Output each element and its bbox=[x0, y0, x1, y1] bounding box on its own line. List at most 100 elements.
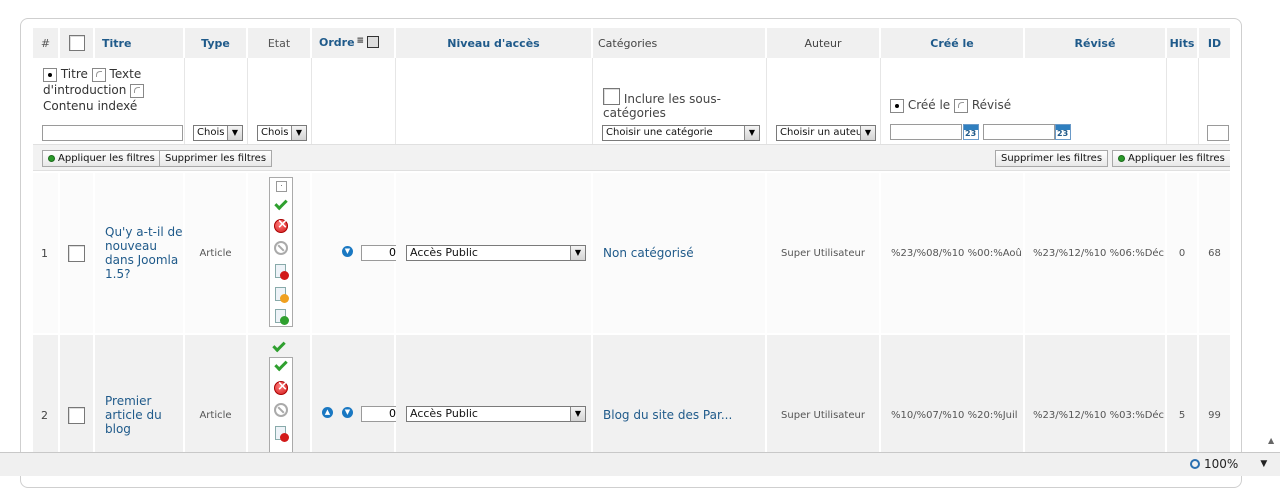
unpublished-icon[interactable] bbox=[274, 217, 288, 233]
id-filter-input[interactable] bbox=[1207, 125, 1229, 141]
pending-doc-icon[interactable] bbox=[275, 287, 289, 303]
col-header-hits-label[interactable]: Hits bbox=[1170, 37, 1195, 50]
apply-filters-label-right: Appliquer les filtres bbox=[1128, 153, 1225, 164]
blocked-icon[interactable] bbox=[274, 403, 288, 417]
radio-titre[interactable] bbox=[43, 67, 57, 82]
col-header-type[interactable]: Type bbox=[185, 28, 248, 58]
title-line[interactable]: Qu'y a-t-il de bbox=[105, 225, 182, 239]
radio-cree-label: Créé le bbox=[907, 98, 951, 112]
title-line[interactable]: nouveau bbox=[105, 239, 157, 253]
apply-filters-button-right[interactable]: Appliquer les filtres bbox=[1112, 150, 1230, 167]
col-header-titre-label[interactable]: Titre bbox=[102, 37, 131, 50]
chevron-down-icon[interactable]: ▼ bbox=[1260, 459, 1267, 469]
access-select-value: Accès Public bbox=[410, 246, 478, 259]
row-etat-cell: · bbox=[248, 173, 312, 333]
type-select[interactable]: Chois ▼ bbox=[193, 125, 243, 141]
hits-count: 5 bbox=[1178, 409, 1186, 421]
col-header-ordre-label[interactable]: Ordre bbox=[319, 36, 355, 49]
col-header-revise[interactable]: Révisé bbox=[1025, 28, 1167, 58]
row-title-cell: Premier article du blog bbox=[95, 335, 185, 452]
row-number-value: 2 bbox=[41, 408, 48, 422]
zoom-control[interactable]: 100% ▼ bbox=[1190, 457, 1267, 471]
unpublished-icon[interactable] bbox=[274, 379, 288, 395]
published-icon[interactable] bbox=[272, 338, 286, 353]
col-header-cree-label[interactable]: Créé le bbox=[930, 37, 973, 50]
published-icon[interactable] bbox=[274, 357, 288, 372]
revised-date: %23/%12/%10 %06:%Déc bbox=[1033, 247, 1165, 259]
category-link[interactable]: Non catégorisé bbox=[603, 246, 694, 260]
radio-texte[interactable] bbox=[91, 67, 106, 82]
calendar-day-label: 23 bbox=[965, 129, 977, 138]
row-number-value: 1 bbox=[41, 246, 48, 260]
articles-table: # Titre Type Etat Ordre ≡ Niveau d'accès… bbox=[33, 28, 1230, 452]
clear-filters-button-right[interactable]: Supprimer les filtres bbox=[995, 150, 1109, 167]
chevron-down-icon: ▼ bbox=[227, 126, 242, 140]
filter-button-bar: Appliquer les filtres Supprimer les filt… bbox=[33, 144, 1230, 171]
row-checkbox[interactable] bbox=[68, 406, 85, 424]
calendar-icon[interactable]: 23 bbox=[1055, 124, 1071, 140]
col-header-hits[interactable]: Hits bbox=[1167, 28, 1199, 58]
col-header-cree[interactable]: Créé le bbox=[881, 28, 1025, 58]
apply-filters-button[interactable]: Appliquer les filtres bbox=[42, 150, 161, 167]
col-header-revise-label[interactable]: Révisé bbox=[1075, 37, 1116, 50]
scroll-down-icon[interactable]: ▲ bbox=[1268, 436, 1276, 445]
article-title-link[interactable]: Premier article du blog bbox=[105, 394, 162, 436]
row-category-cell: Non catégorisé bbox=[593, 173, 767, 333]
col-header-num-label: # bbox=[40, 36, 51, 50]
radio-cree[interactable] bbox=[890, 98, 904, 113]
title-line[interactable]: blog bbox=[105, 422, 131, 436]
sort-order-icon[interactable]: ≡ bbox=[357, 36, 365, 46]
col-header-type-label[interactable]: Type bbox=[201, 37, 230, 50]
access-select[interactable]: Accès Public ▼ bbox=[406, 245, 586, 261]
title-line[interactable]: 1.5? bbox=[105, 267, 130, 281]
col-header-categories-label: Catégories bbox=[598, 36, 658, 50]
square-icon[interactable]: · bbox=[276, 181, 287, 192]
col-header-id-label[interactable]: ID bbox=[1208, 37, 1221, 50]
calendar-icon[interactable]: 23 bbox=[963, 124, 979, 140]
include-subcategories-label-2: catégories bbox=[603, 106, 666, 120]
expired-doc-icon[interactable] bbox=[275, 426, 289, 442]
row-checkbox[interactable] bbox=[68, 244, 85, 262]
clear-filters-button[interactable]: Supprimer les filtres bbox=[159, 150, 273, 167]
col-header-niveau-label[interactable]: Niveau d'accès bbox=[447, 37, 539, 50]
table-row[interactable]: 2 Premier article du blog Article ▲ ▼ 0 bbox=[33, 335, 1230, 452]
radio-titre-label: Titre bbox=[60, 67, 88, 81]
title-line[interactable]: dans Joomla bbox=[105, 253, 178, 267]
category-link[interactable]: Blog du site des Par... bbox=[603, 408, 732, 422]
search-input[interactable] bbox=[42, 125, 183, 141]
expired-doc-icon[interactable] bbox=[275, 264, 289, 280]
row-author-cell: Super Utilisateur bbox=[767, 335, 881, 452]
title-line[interactable]: article du bbox=[105, 408, 162, 422]
blocked-icon[interactable] bbox=[274, 241, 288, 255]
author-name: Super Utilisateur bbox=[781, 409, 865, 421]
select-all-checkbox[interactable] bbox=[68, 35, 85, 51]
access-select[interactable]: Accès Public ▼ bbox=[406, 406, 586, 422]
current-doc-icon[interactable] bbox=[275, 309, 289, 325]
article-id: 68 bbox=[1208, 247, 1221, 259]
radio-contenu[interactable] bbox=[130, 83, 145, 98]
article-title-link[interactable]: Qu'y a-t-il de nouveau dans Joomla 1.5? bbox=[105, 225, 182, 281]
radio-revise-label: Révisé bbox=[971, 98, 1012, 112]
table-row[interactable]: 1 Qu'y a-t-il de nouveau dans Joomla 1.5… bbox=[33, 173, 1230, 333]
published-icon[interactable] bbox=[274, 196, 288, 211]
date-from-input[interactable] bbox=[890, 124, 962, 140]
col-header-niveau[interactable]: Niveau d'accès bbox=[396, 28, 593, 58]
move-down-icon[interactable]: ▼ bbox=[342, 407, 353, 418]
author-select[interactable]: Choisir un auteur ▼ bbox=[776, 125, 876, 141]
radio-revise[interactable] bbox=[954, 98, 969, 113]
title-line[interactable]: Premier bbox=[105, 394, 151, 408]
move-up-icon[interactable]: ▲ bbox=[322, 407, 333, 418]
date-to-input[interactable] bbox=[983, 124, 1055, 140]
move-down-icon[interactable]: ▼ bbox=[342, 246, 353, 257]
vertical-scrollbar[interactable]: ▲ bbox=[1262, 0, 1280, 452]
include-subcategories-label-1: Inclure les sous- bbox=[623, 92, 721, 106]
col-header-id[interactable]: ID bbox=[1199, 28, 1230, 58]
include-subcategories-checkbox[interactable] bbox=[603, 88, 620, 105]
etat-select[interactable]: Chois ▼ bbox=[257, 125, 307, 141]
col-header-titre[interactable]: Titre bbox=[95, 28, 185, 58]
save-order-icon[interactable] bbox=[367, 36, 380, 48]
col-header-ordre[interactable]: Ordre ≡ bbox=[312, 28, 396, 58]
created-date: %10/%07/%10 %20:%Juil bbox=[891, 409, 1018, 421]
category-select[interactable]: Choisir une catégorie ▼ bbox=[602, 125, 760, 141]
filter-dates-cell: Créé le Révisé 23 23 bbox=[881, 58, 1167, 144]
